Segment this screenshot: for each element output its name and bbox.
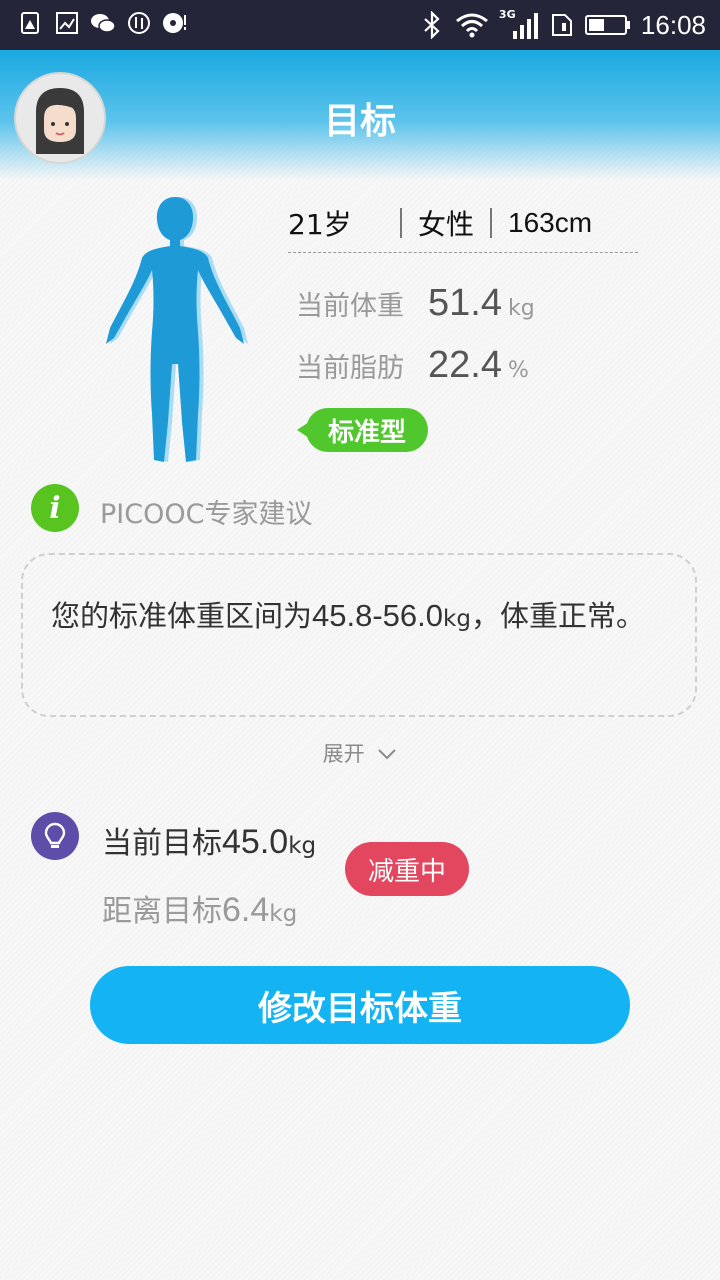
- sim-icon: [549, 12, 575, 38]
- expand-label: 展开: [322, 742, 365, 766]
- advice-text-suffix: ，体重正常。: [470, 599, 645, 633]
- body-figure-icon: [100, 192, 250, 472]
- current-goal-unit: kg: [288, 833, 317, 859]
- chevron-down-icon: [378, 749, 397, 760]
- current-weight-label: 当前体重: [296, 291, 404, 322]
- current-fat-unit: %: [507, 358, 529, 383]
- current-fat-value: 22.4: [428, 344, 502, 386]
- goal-distance-unit: kg: [269, 901, 298, 927]
- network-type-label: 3G: [498, 8, 516, 21]
- age-label: 21岁: [288, 208, 352, 241]
- expand-toggle[interactable]: 展开: [0, 738, 720, 768]
- advice-unit: kg: [443, 606, 471, 632]
- advice-title: PICOOC专家建议: [100, 499, 313, 530]
- clock: 16:08: [640, 9, 706, 40]
- advice-range: 45.8-56.0: [312, 598, 444, 633]
- goal-distance-value: 6.4: [222, 891, 270, 929]
- divider: [490, 208, 493, 238]
- body-type-tag: 标准型: [296, 408, 429, 452]
- goal-distance: 距离目标 6.4 kg: [102, 886, 297, 930]
- disc-icon: [162, 10, 188, 36]
- image-icon: [54, 10, 80, 36]
- current-weight-value: 51.4: [428, 282, 502, 324]
- current-weight-unit: kg: [507, 296, 535, 321]
- gender-label: 女性: [418, 208, 475, 241]
- current-weight: 当前体重 51.4 kg: [296, 282, 535, 325]
- current-fat: 当前脂肪 22.4 %: [296, 344, 529, 387]
- warning-icon: [18, 10, 44, 36]
- page-title: 目标: [323, 101, 396, 142]
- bluetooth-icon: [419, 11, 445, 39]
- wechat-icon: [90, 10, 116, 36]
- advice-text-prefix: 您的标准体重区间为: [51, 599, 313, 633]
- battery-icon: [584, 12, 631, 38]
- status-badge: 减重中: [345, 842, 469, 896]
- profile-summary: 21岁 女性 163cm: [288, 200, 638, 253]
- info-icon: i: [31, 484, 79, 532]
- current-goal-value: 45.0: [222, 823, 289, 861]
- goal-distance-label: 距离目标: [102, 894, 222, 929]
- sync-icon: [126, 10, 152, 36]
- current-fat-label: 当前脂肪: [296, 353, 404, 384]
- status-bar: 3G 16:08: [0, 0, 720, 50]
- lightbulb-icon: [31, 812, 79, 860]
- current-goal-label: 当前目标: [102, 826, 222, 861]
- divider: [400, 208, 402, 238]
- wifi-icon: [455, 12, 489, 38]
- signal-icon: 3G: [499, 8, 539, 39]
- height-label: 163cm: [508, 207, 593, 238]
- advice-card: 您的标准体重区间为45.8-56.0kg，体重正常。: [21, 553, 697, 717]
- current-goal: 当前目标 45.0 kg: [102, 818, 316, 862]
- profile-row: 21岁 女性 163cm: [288, 200, 638, 253]
- edit-goal-weight-button[interactable]: 修改目标体重: [90, 966, 630, 1044]
